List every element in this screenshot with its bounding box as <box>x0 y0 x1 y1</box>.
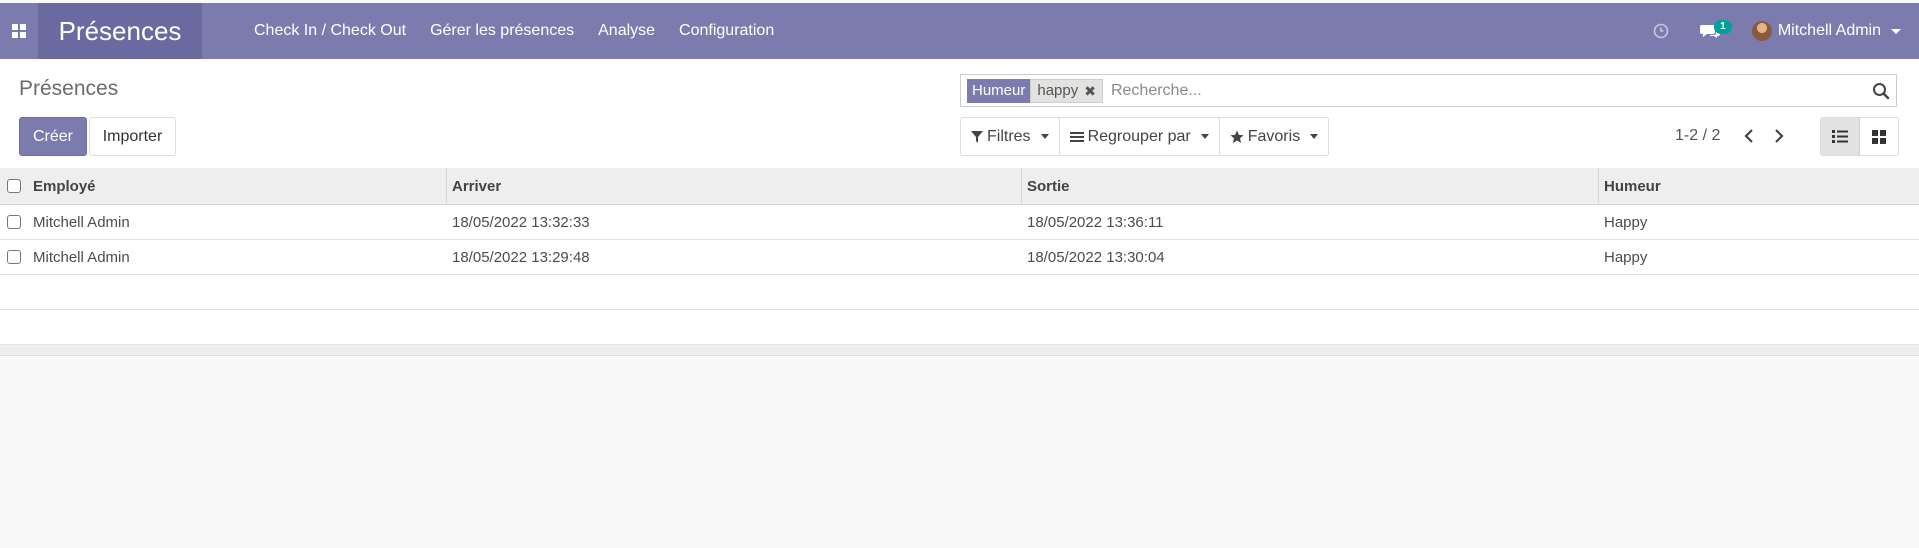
search-options: Filtres Regrouper par Favoris <box>960 117 1330 156</box>
search-facet: Humeur happy ✖ <box>967 78 1103 103</box>
menu-item-manage-attendances[interactable]: Gérer les présences <box>418 22 586 40</box>
favorites-dropdown[interactable]: Favoris <box>1220 118 1328 155</box>
cell-mood: Happy <box>1604 213 1648 231</box>
chevron-down-icon <box>1200 134 1209 139</box>
star-icon <box>1230 130 1244 143</box>
view-switcher <box>1820 117 1899 156</box>
column-header-mood[interactable]: Humeur <box>1599 168 1919 204</box>
messaging-icon[interactable]: 1 <box>1690 3 1732 59</box>
create-button[interactable]: Créer <box>19 117 87 156</box>
pager-value[interactable]: 1-2 / 2 <box>1675 127 1720 145</box>
chevron-down-icon <box>1891 28 1901 34</box>
menu-item-analysis[interactable]: Analyse <box>586 22 667 40</box>
group-by-dropdown[interactable]: Regrouper par <box>1060 118 1220 155</box>
user-name: Mitchell Admin <box>1777 22 1881 39</box>
cell-mood: Happy <box>1604 248 1648 266</box>
activity-clock-icon[interactable] <box>1646 3 1676 59</box>
top-navbar: Présences Check In / Check Out Gérer les… <box>0 3 1919 59</box>
search-icon[interactable] <box>1866 76 1896 106</box>
control-panel: Présences Créer Importer Humeur happy ✖ … <box>0 59 1919 169</box>
row-checkbox[interactable] <box>7 215 21 229</box>
cell-check-out: 18/05/2022 13:36:11 <box>1027 213 1164 231</box>
chevron-down-icon <box>1040 134 1049 139</box>
menu-item-configuration[interactable]: Configuration <box>667 22 786 40</box>
navbar-systray: 1 Mitchell Admin <box>1646 3 1919 59</box>
table-header: Employé Arriver Sortie Humeur <box>0 168 1919 205</box>
column-header-check-in[interactable]: Arriver <box>447 168 1022 204</box>
user-menu[interactable]: Mitchell Admin <box>1751 21 1901 41</box>
empty-row <box>0 310 1919 345</box>
import-button[interactable]: Importer <box>89 117 176 156</box>
cell-check-in: 18/05/2022 13:29:48 <box>452 248 590 266</box>
facet-value-label: happy <box>1037 81 1079 99</box>
facet-value: happy ✖ <box>1030 78 1103 103</box>
row-checkbox[interactable] <box>7 250 21 264</box>
table-row[interactable]: Mitchell Admin 18/05/2022 13:29:48 18/05… <box>0 240 1919 275</box>
filter-icon <box>971 130 983 143</box>
app-title[interactable]: Présences <box>38 3 202 59</box>
empty-row <box>0 275 1919 310</box>
cell-employee: Mitchell Admin <box>33 248 130 266</box>
search-input[interactable] <box>1108 80 1866 101</box>
table-footer <box>0 345 1919 356</box>
chevron-left-icon[interactable] <box>1734 121 1764 151</box>
list-view-icon[interactable] <box>1821 118 1860 155</box>
menu-item-check-in-out[interactable]: Check In / Check Out <box>242 22 418 40</box>
favorites-label: Favoris <box>1247 127 1301 145</box>
avatar <box>1751 21 1772 41</box>
row-select-cell <box>0 205 28 239</box>
list-icon <box>1069 131 1084 142</box>
filters-label: Filtres <box>987 127 1031 145</box>
column-header-employee[interactable]: Employé <box>28 168 447 204</box>
select-all-checkbox[interactable] <box>7 179 21 193</box>
attendance-list: Employé Arriver Sortie Humeur Mitchell A… <box>0 168 1919 356</box>
select-all-cell <box>0 168 28 204</box>
cell-check-out: 18/05/2022 13:30:04 <box>1027 248 1165 266</box>
kanban-view-icon[interactable] <box>1860 118 1898 155</box>
app-menu-icon[interactable] <box>0 3 38 59</box>
filters-dropdown[interactable]: Filtres <box>961 118 1060 155</box>
message-count-badge: 1 <box>1713 20 1732 34</box>
row-select-cell <box>0 240 28 274</box>
breadcrumb: Présences <box>19 77 119 100</box>
search-bar: Humeur happy ✖ <box>960 74 1897 107</box>
facet-category: Humeur <box>967 78 1031 103</box>
chevron-down-icon <box>1310 134 1319 139</box>
pager: 1-2 / 2 <box>1675 117 1794 154</box>
group-by-label: Regrouper par <box>1087 127 1191 145</box>
main-menu: Check In / Check Out Gérer les présences… <box>242 22 786 40</box>
cell-check-in: 18/05/2022 13:32:33 <box>452 213 590 231</box>
close-icon[interactable]: ✖ <box>1084 80 1096 102</box>
column-header-check-out[interactable]: Sortie <box>1022 168 1599 204</box>
cell-employee: Mitchell Admin <box>33 213 130 231</box>
chevron-right-icon[interactable] <box>1764 121 1794 151</box>
table-row[interactable]: Mitchell Admin 18/05/2022 13:32:33 18/05… <box>0 205 1919 240</box>
